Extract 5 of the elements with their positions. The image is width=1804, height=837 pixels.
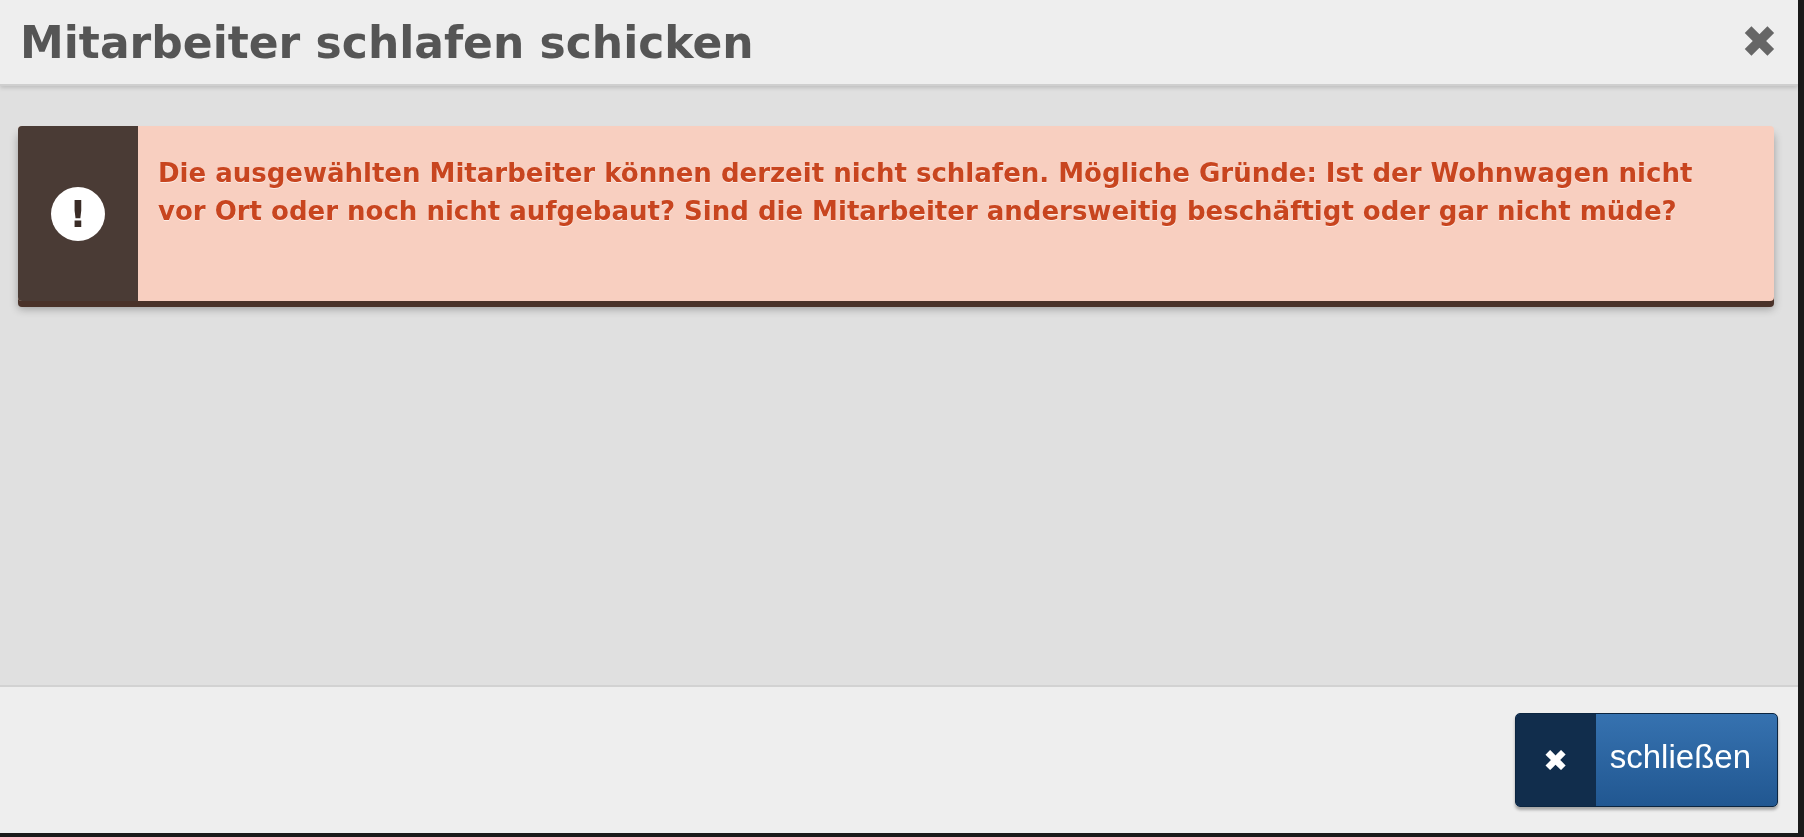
alert-message: Die ausgewählten Mitarbeiter können derzeit nicht schlafen. Mögliche Gründe: Ist der Wohnwagen nicht vor Ort oder noch nicht aufgebaut? Sind die Mitarbeiter andersweitig beschäftigt oder gar nicht müde? [157, 157, 1694, 228]
exclamation-icon: ! [51, 186, 105, 241]
close-dialog-button[interactable]: ✖ schließen [1514, 713, 1778, 807]
dialog-title: Mitarbeiter schlafen schicken [20, 16, 754, 68]
close-button[interactable]: ✖ [1741, 20, 1778, 64]
